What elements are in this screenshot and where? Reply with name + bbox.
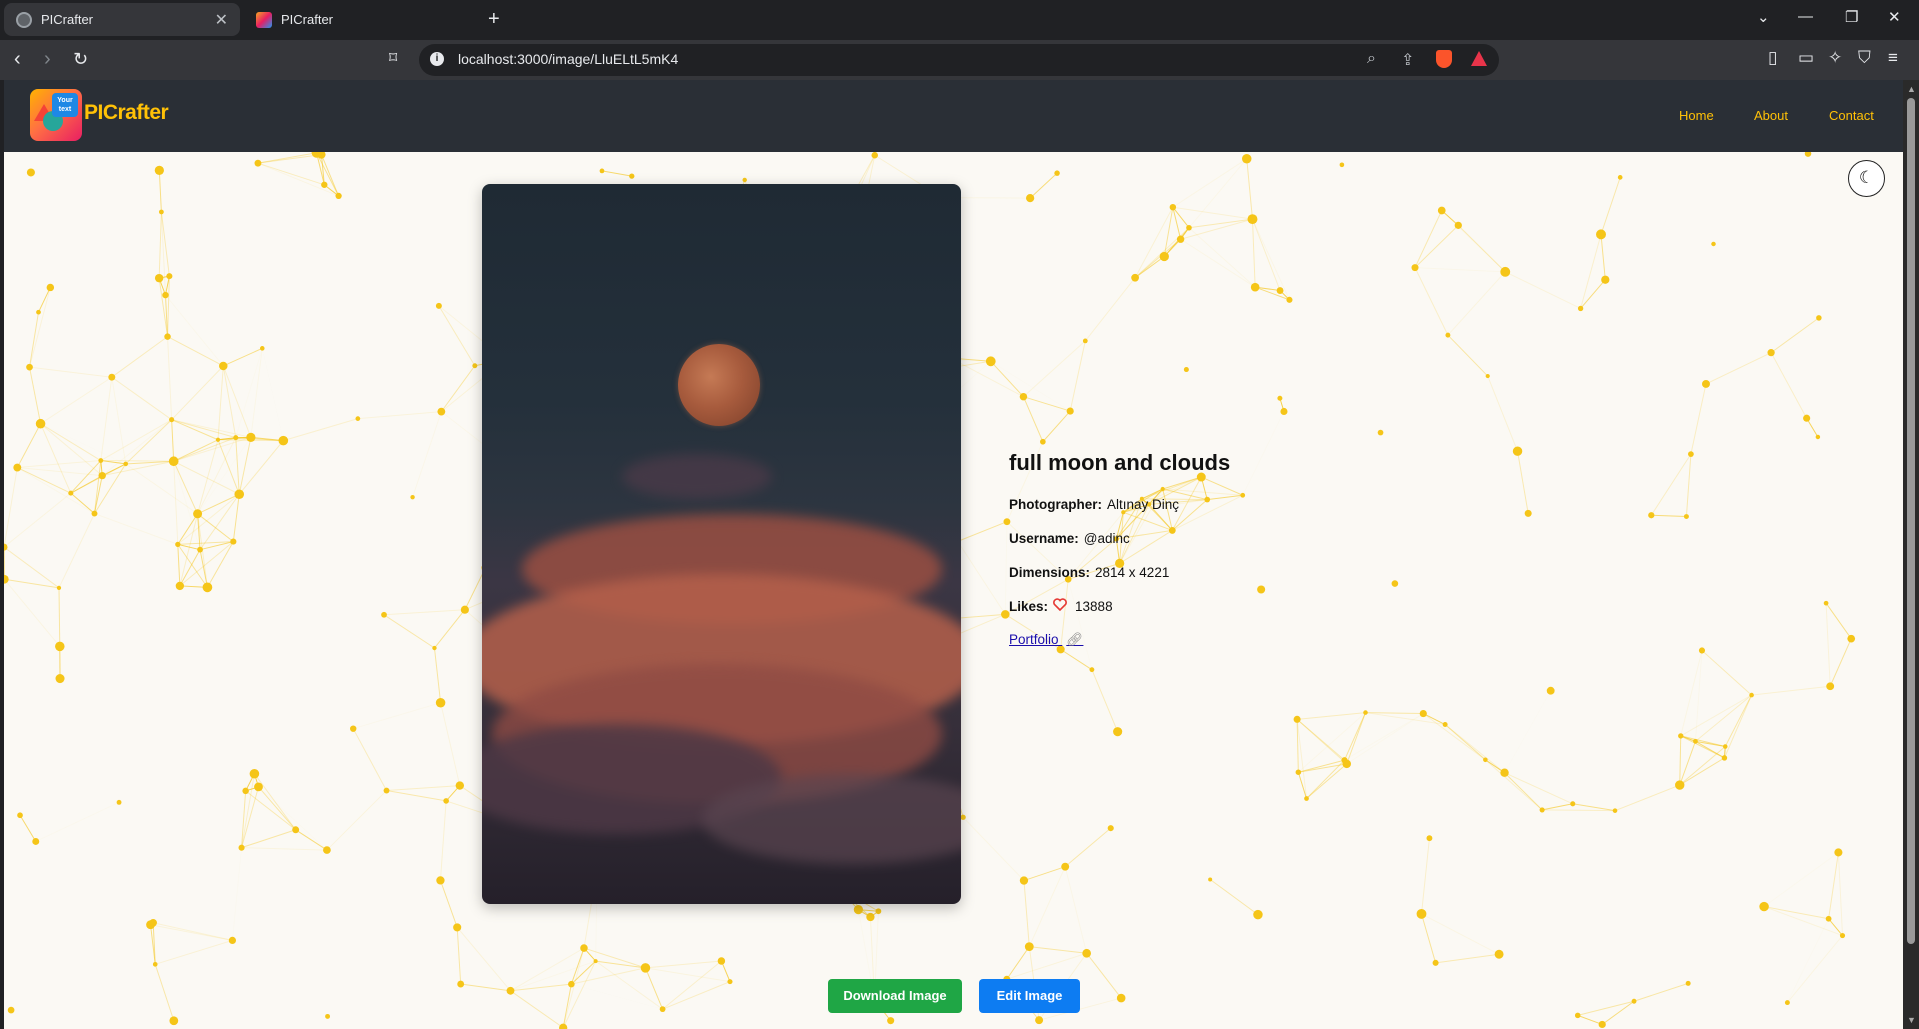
menu-icon[interactable]: ≡: [1888, 48, 1898, 68]
username-value: @adinc: [1083, 530, 1130, 546]
close-tab-icon[interactable]: ✕: [215, 10, 228, 30]
dimensions-row: Dimensions: 2814 x 4221: [1009, 562, 1230, 582]
tab-search-chevron-icon[interactable]: ⌄: [1757, 8, 1770, 26]
portfolio-link[interactable]: Portfolio 🔗︎: [1009, 632, 1083, 648]
tab-title: PICrafter: [281, 12, 334, 27]
photographer-value: Altınay Dinç: [1107, 496, 1180, 512]
username-label: Username:: [1009, 530, 1079, 546]
app-favicon-icon: [256, 11, 272, 28]
share-icon[interactable]: ⇪: [1401, 50, 1414, 70]
portfolio-row: Portfolio 🔗︎: [1009, 630, 1230, 650]
nav-about[interactable]: About: [1754, 108, 1788, 123]
edit-image-button[interactable]: Edit Image: [979, 979, 1080, 1013]
picrafter-logo-icon[interactable]: Your text: [30, 89, 82, 141]
dimensions-value: 2814 x 4221: [1095, 564, 1170, 580]
brave-rewards-icon[interactable]: [1471, 51, 1487, 66]
forward-icon[interactable]: ›: [44, 48, 51, 70]
restore-icon[interactable]: ❐: [1845, 8, 1858, 26]
photographer-label: Photographer:: [1009, 496, 1102, 512]
zoom-icon[interactable]: ⌕: [1367, 50, 1376, 68]
external-link-icon: 🔗︎: [1066, 632, 1084, 647]
browser-tab-active[interactable]: PICrafter ✕: [4, 3, 240, 36]
reload-icon[interactable]: ↻: [73, 48, 88, 70]
logo-text-badge: Your text: [52, 93, 78, 117]
photo-moon: [678, 344, 760, 426]
image-info-panel: full moon and clouds Photographer: Altın…: [1009, 450, 1230, 664]
likes-label: Likes:: [1009, 598, 1049, 614]
photographer-row: Photographer: Altınay Dinç: [1009, 494, 1230, 514]
wallet-icon[interactable]: ▭: [1798, 48, 1814, 68]
close-window-icon[interactable]: ✕: [1888, 8, 1901, 26]
app-navbar: Your text PICrafter Home About Contact: [4, 80, 1903, 152]
brand-name[interactable]: PICrafter: [84, 101, 169, 125]
browser-tab[interactable]: PICrafter: [244, 3, 480, 36]
nav-contact[interactable]: Contact: [1829, 108, 1874, 123]
vpn-shield-icon[interactable]: ⛉: [1858, 48, 1871, 68]
url-text[interactable]: localhost:3000/image/LluELtL5mK4: [458, 51, 678, 67]
globe-icon: [16, 11, 32, 28]
leo-ai-icon[interactable]: ✧: [1828, 48, 1842, 68]
nav-home[interactable]: Home: [1679, 108, 1714, 123]
photo-image: [482, 184, 961, 904]
moon-icon: ☾: [1858, 168, 1875, 187]
address-bar[interactable]: i localhost:3000/image/LluELtL5mK4 ⌕ ⇪: [419, 44, 1499, 76]
dimensions-label: Dimensions:: [1009, 564, 1091, 580]
portfolio-label: Portfolio: [1009, 632, 1059, 647]
new-tab-icon[interactable]: +: [488, 8, 500, 31]
minimize-icon[interactable]: —: [1798, 8, 1813, 25]
image-title: full moon and clouds: [1009, 450, 1231, 475]
browser-tabstrip: PICrafter ✕ PICrafter + ⌄ — ❐ ✕: [0, 0, 1919, 40]
page-scrollbar[interactable]: ▲ ▼: [1903, 80, 1919, 1029]
dark-mode-toggle[interactable]: ☾: [1848, 160, 1885, 197]
username-row: Username: @adinc: [1009, 528, 1230, 548]
scrollbar-thumb[interactable]: [1907, 98, 1915, 944]
brave-shields-icon[interactable]: [1436, 50, 1452, 68]
likes-value: 13888: [1075, 598, 1113, 614]
scroll-up-icon[interactable]: ▲: [1907, 84, 1916, 94]
page-viewport: Your text PICrafter Home About Contact ☾…: [4, 80, 1903, 1029]
tab-title: PICrafter: [41, 12, 94, 27]
back-icon[interactable]: ‹: [14, 48, 21, 70]
bookmark-icon[interactable]: ⌑: [389, 48, 397, 70]
heart-icon: [1053, 598, 1067, 614]
likes-row: Likes: 13888: [1009, 596, 1230, 616]
site-info-icon[interactable]: i: [430, 52, 444, 66]
download-image-button[interactable]: Download Image: [828, 979, 962, 1013]
scroll-down-icon[interactable]: ▼: [1907, 1015, 1916, 1025]
sidebar-icon[interactable]: ▯: [1768, 48, 1777, 68]
